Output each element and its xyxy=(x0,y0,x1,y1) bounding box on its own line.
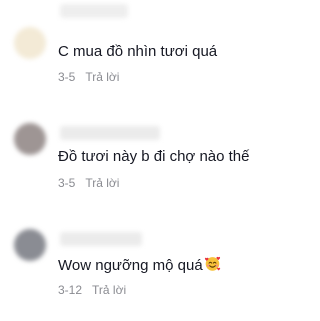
avatar[interactable] xyxy=(14,229,46,261)
username-blurred[interactable] xyxy=(60,232,142,246)
comment-meta: 3-12 Trả lời xyxy=(58,283,126,297)
comment-text-label: Wow ngưỡng mộ quá xyxy=(58,257,203,274)
reply-button[interactable]: Trả lời xyxy=(92,283,126,297)
comment-item: Wow ngưỡng mộ quá 3-12 Trả lời xyxy=(0,0,305,321)
comment-text: Wow ngưỡng mộ quá xyxy=(58,255,221,277)
comment-date: 3-12 xyxy=(58,283,83,297)
smiling-face-with-hearts-icon xyxy=(204,255,221,277)
